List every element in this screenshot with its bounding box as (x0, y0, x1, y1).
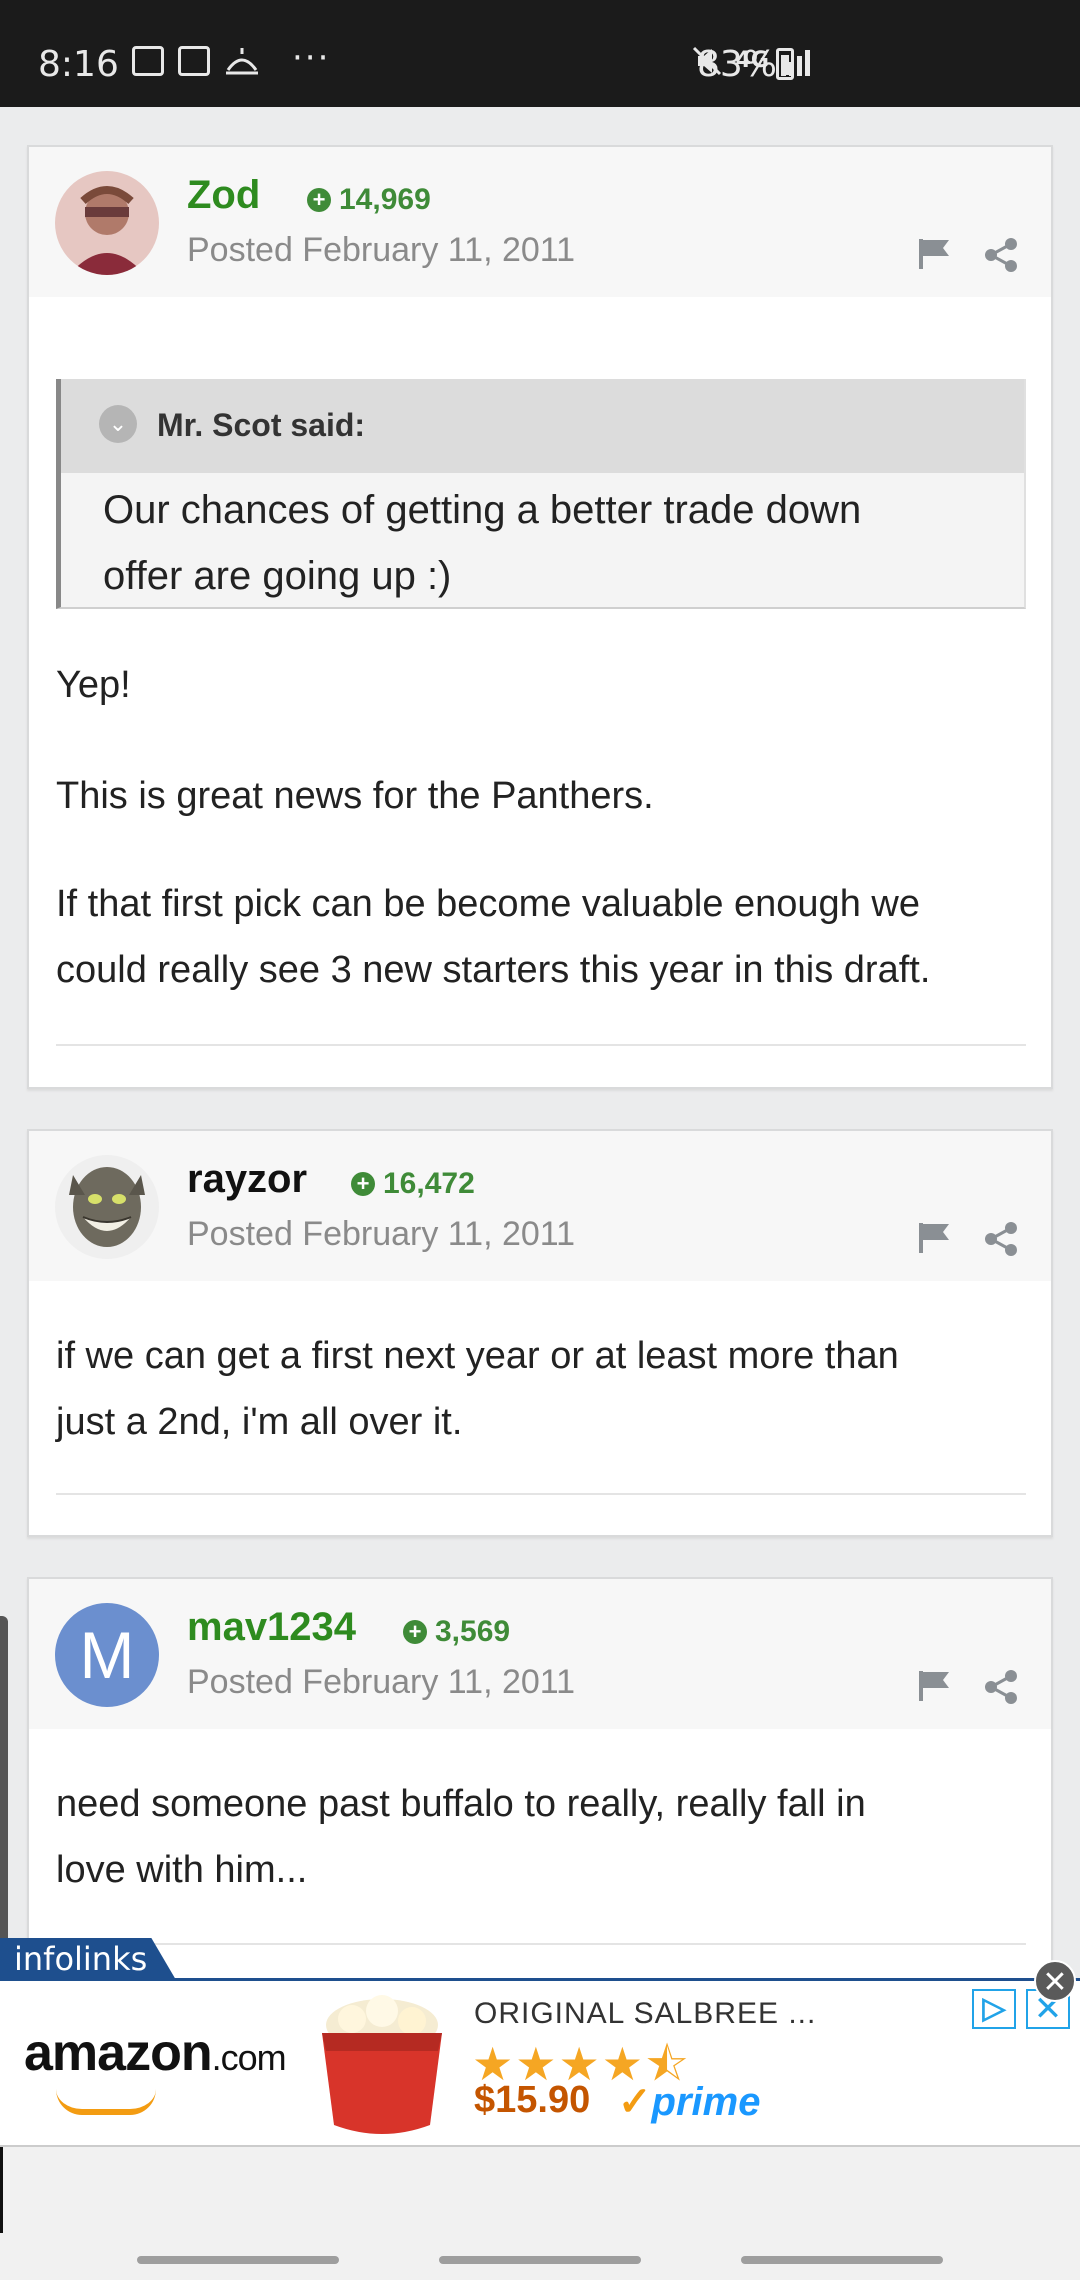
overflow-icon: ··· (292, 38, 331, 78)
avatar[interactable] (55, 171, 159, 275)
quote-block: ⌄ Mr. Scot said: Our chances of getting … (56, 379, 1026, 609)
plus-icon: + (403, 1620, 427, 1644)
chevron-down-icon[interactable]: ⌄ (99, 405, 137, 443)
battery-percent: 83% (697, 44, 778, 85)
post-date[interactable]: Posted February 11, 2011 (187, 1663, 575, 1702)
reputation-badge: + 14,969 (307, 183, 431, 217)
text-line: if we can get a first next year or at le… (56, 1335, 899, 1377)
amazon-logo: amazon.com (24, 2023, 287, 2083)
post-card: Zod + 14,969 Posted February 11, 2011 ⌄ … (27, 145, 1053, 1089)
text-line: Yep! (56, 664, 131, 706)
reputation-badge: + 3,569 (403, 1615, 510, 1649)
post-date[interactable]: Posted February 11, 2011 (187, 231, 575, 270)
post-paragraph: if we can get a first next year or at le… (56, 1323, 1036, 1455)
quote-header[interactable]: ⌄ Mr. Scot said: (61, 379, 1024, 473)
divider (56, 1044, 1026, 1046)
prime-label: prime (651, 2080, 761, 2124)
reputation-badge: + 16,472 (351, 1167, 475, 1201)
ad-product-title[interactable]: ORIGINAL SALBREE ... (474, 1997, 816, 2031)
share-icon[interactable] (983, 1221, 1019, 1257)
bottom-edge-line (0, 2147, 3, 2233)
quote-line: offer are going up :) (103, 554, 452, 598)
text-line: love with him... (56, 1849, 308, 1891)
post-header: rayzor + 16,472 Posted February 11, 2011 (29, 1131, 1051, 1281)
adchoices-icon[interactable]: ▷ (972, 1989, 1016, 2029)
flag-icon[interactable] (917, 1669, 953, 1703)
prime-badge: ✓prime (618, 2079, 760, 2125)
nav-home-button[interactable] (439, 2256, 641, 2264)
reputation-count: 14,969 (339, 183, 431, 216)
quote-author: Mr. Scot said: (157, 407, 366, 443)
status-time: 8:16 (38, 44, 119, 85)
close-ad-button[interactable]: ✕ (1034, 1960, 1076, 2002)
post-header: M mav1234 + 3,569 Posted February 11, 20… (29, 1579, 1051, 1729)
quote-text: Our chances of getting a better trade do… (103, 477, 1003, 609)
post-paragraph: need someone past buffalo to really, rea… (56, 1771, 1036, 1903)
notification-icons (132, 46, 260, 76)
gallery-icon (132, 46, 164, 76)
flag-icon[interactable] (917, 237, 953, 271)
brand-suffix: .com (211, 2037, 287, 2078)
avatar[interactable] (55, 1155, 159, 1259)
reputation-count: 3,569 (435, 1615, 511, 1648)
text-line: just a 2nd, i'm all over it. (56, 1401, 463, 1443)
avatar[interactable]: M (55, 1603, 159, 1707)
post-paragraph: If that first pick can be become valuabl… (56, 871, 1036, 1003)
post-date[interactable]: Posted February 11, 2011 (187, 1215, 575, 1254)
divider (56, 1943, 1026, 1945)
brand-name: amazon (24, 2024, 213, 2082)
amazon-smile-icon (56, 2089, 156, 2115)
username[interactable]: mav1234 (187, 1605, 356, 1650)
check-icon: ✓ (618, 2080, 652, 2124)
nav-back-button[interactable] (741, 2256, 943, 2264)
text-line: This is great news for the Panthers. (56, 775, 654, 817)
post-card: rayzor + 16,472 Posted February 11, 2011… (27, 1129, 1053, 1537)
battery-icon (776, 48, 794, 80)
ad-banner[interactable]: amazon.com ORIGINAL SALBREE ... ★★★★⯪ $1… (0, 1981, 1080, 2147)
text-line: If that first pick can be become valuabl… (56, 883, 920, 925)
avatar-letter: M (79, 1618, 135, 1692)
post-paragraph: Yep! (56, 652, 1036, 718)
username[interactable]: Zod (187, 173, 260, 218)
reputation-count: 16,472 (383, 1167, 475, 1200)
flag-icon[interactable] (917, 1221, 953, 1255)
username[interactable]: rayzor (187, 1157, 307, 1202)
divider (56, 1493, 1026, 1495)
messages-icon (178, 46, 210, 76)
nav-recents-button[interactable] (137, 2256, 339, 2264)
ad-price: $15.90 (474, 2079, 591, 2121)
plus-icon: + (351, 1172, 375, 1196)
product-image[interactable] (312, 1991, 452, 2139)
share-icon[interactable] (983, 237, 1019, 273)
weather-icon (226, 48, 258, 75)
plus-icon: + (307, 188, 331, 212)
text-line: need someone past buffalo to really, rea… (56, 1783, 866, 1825)
share-icon[interactable] (983, 1669, 1019, 1705)
post-card: M mav1234 + 3,569 Posted February 11, 20… (27, 1577, 1053, 1997)
status-bar: 8:16 ··· 4G 83% (0, 0, 1080, 107)
ad-network-tag[interactable]: infolinks (0, 1938, 176, 1980)
post-paragraph: This is great news for the Panthers. (56, 763, 1036, 829)
text-line: could really see 3 new starters this yea… (56, 949, 931, 991)
quote-line: Our chances of getting a better trade do… (103, 488, 862, 532)
post-header: Zod + 14,969 Posted February 11, 2011 (29, 147, 1051, 297)
